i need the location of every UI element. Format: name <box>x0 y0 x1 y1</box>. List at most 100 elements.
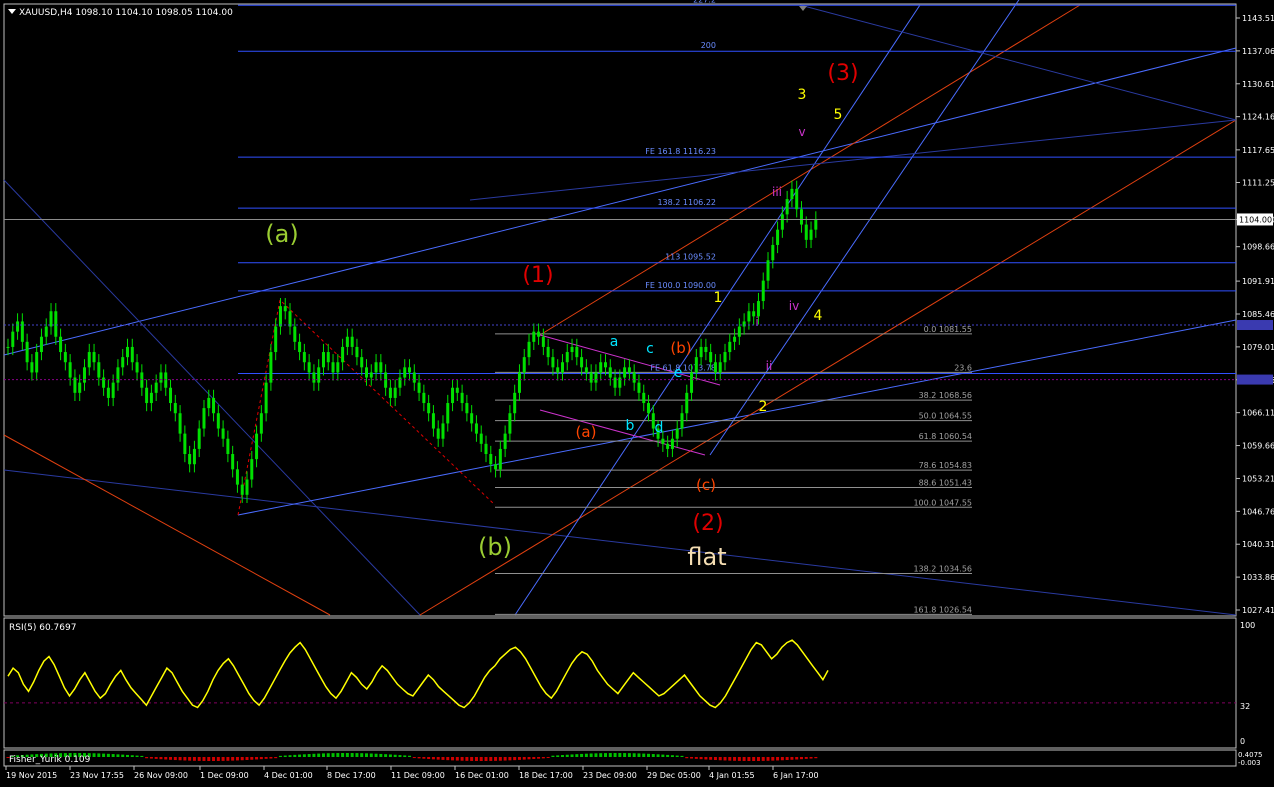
fisher-bar <box>140 755 144 757</box>
chart-svg[interactable]: 227.2200FE 161.8 1116.23138.2 1106.22113… <box>0 0 1274 783</box>
candle-body <box>790 188 794 200</box>
fisher-bar <box>560 755 564 757</box>
candle-body <box>369 372 373 378</box>
fisher-bar <box>307 754 311 757</box>
fisher-bar <box>446 757 450 761</box>
fisher-bar <box>503 757 507 761</box>
price-tick-label: 1040.31 <box>1242 540 1274 549</box>
candle-body <box>240 484 244 495</box>
candle-body <box>331 362 335 373</box>
fibo-ret-label: 138.2 1034.56 <box>913 565 972 574</box>
fisher-bar <box>771 757 775 761</box>
time-tick-label: 18 Dec 17:00 <box>519 771 573 780</box>
candle-body <box>274 326 278 353</box>
fisher-bar <box>498 757 502 761</box>
fisher-bar <box>694 757 698 759</box>
candle-body <box>431 413 435 429</box>
candle-body <box>59 336 63 353</box>
fisher-bar <box>651 754 655 757</box>
wave-label: c <box>646 341 654 357</box>
candle-body <box>776 229 780 245</box>
fisher-bar <box>298 754 302 757</box>
price-tick-label: 1143.51 <box>1242 14 1274 23</box>
fisher-bar <box>374 753 378 757</box>
candle-body <box>235 469 239 485</box>
fisher-bar <box>604 753 607 757</box>
wave-label: 4 <box>814 308 823 324</box>
candle-body <box>470 413 474 424</box>
candle-body <box>670 438 674 449</box>
fisher-bar <box>427 757 431 760</box>
candle-body <box>49 311 53 327</box>
candle-body <box>584 367 588 373</box>
fisher-scale-top: 0.4075 <box>1238 751 1263 759</box>
candle-body <box>207 397 211 409</box>
fibo-ret-label: 100.0 1047.55 <box>913 498 972 507</box>
wave-label: 5 <box>834 107 843 123</box>
wave-label: 1 <box>714 290 723 306</box>
time-tick-label: 11 Dec 09:00 <box>391 771 445 780</box>
candle-body <box>451 387 455 404</box>
fisher-bar <box>207 757 211 761</box>
chart-window[interactable]: 227.2200FE 161.8 1116.23138.2 1106.22113… <box>0 0 1274 783</box>
candle-body <box>699 346 703 358</box>
candle-body <box>804 224 808 240</box>
fisher-bar <box>317 753 321 757</box>
fisher-bar <box>742 757 746 761</box>
fisher-bar <box>584 753 588 757</box>
price-tick-label: 1098.66 <box>1242 243 1274 252</box>
fisher-bar <box>312 753 316 757</box>
fisher-bar <box>647 753 651 757</box>
fisher-bar <box>321 753 325 757</box>
fibo-ext-label: FE 100.0 1090.00 <box>645 281 716 290</box>
candle-body <box>388 387 392 398</box>
fisher-bar <box>814 757 818 759</box>
candle-body <box>604 362 607 368</box>
fisher-bar <box>737 757 741 761</box>
fibo-ret-label: 78.6 1054.83 <box>919 461 972 470</box>
fibo-ret-label: 38.2 1068.56 <box>919 391 972 400</box>
fisher-bar <box>106 753 110 757</box>
fisher-bar <box>283 755 287 757</box>
candle-body <box>159 372 163 383</box>
fisher-bar <box>121 754 125 757</box>
candle-body <box>446 403 450 424</box>
candle-body <box>169 387 173 404</box>
fisher-bar <box>398 755 402 757</box>
fisher-bar <box>474 757 478 761</box>
candle-body <box>398 377 402 388</box>
fisher-bar <box>551 755 555 757</box>
fisher-bar <box>226 757 230 761</box>
candle-body <box>666 443 670 449</box>
candle-body <box>771 244 775 261</box>
candle-body <box>264 382 268 414</box>
fibo-ret-label: 50.0 1064.55 <box>919 412 972 421</box>
candle-body <box>489 454 493 465</box>
fisher-bar <box>341 753 345 757</box>
fisher-bar <box>517 757 521 760</box>
fibo-ext-label: 227.2 <box>693 0 716 4</box>
candle-body <box>25 341 29 363</box>
fisher-bar <box>479 757 483 761</box>
wave-label: (b) <box>478 533 512 561</box>
fisher-bar <box>159 757 163 760</box>
fisher-bar <box>135 755 139 757</box>
fisher-bar <box>623 753 627 757</box>
fisher-bar <box>541 757 545 759</box>
fisher-bar <box>785 757 789 761</box>
candle-body <box>183 433 187 455</box>
fisher-bar <box>183 757 187 761</box>
price-tick-label: 1130.61 <box>1242 80 1274 89</box>
candle-body <box>517 372 521 393</box>
candle-body <box>54 311 58 337</box>
time-tick-label: 8 Dec 17:00 <box>327 771 376 780</box>
candle-body <box>39 336 43 353</box>
fibo-ret-label: 61.8 1060.54 <box>919 432 972 441</box>
price-tick-label: 1046.76 <box>1242 507 1274 516</box>
fisher-bar <box>618 753 622 757</box>
candle-body <box>408 367 412 373</box>
candle-body <box>255 433 259 460</box>
fisher-bar <box>403 755 407 757</box>
candle-body <box>317 367 321 383</box>
candle-body <box>365 367 368 378</box>
